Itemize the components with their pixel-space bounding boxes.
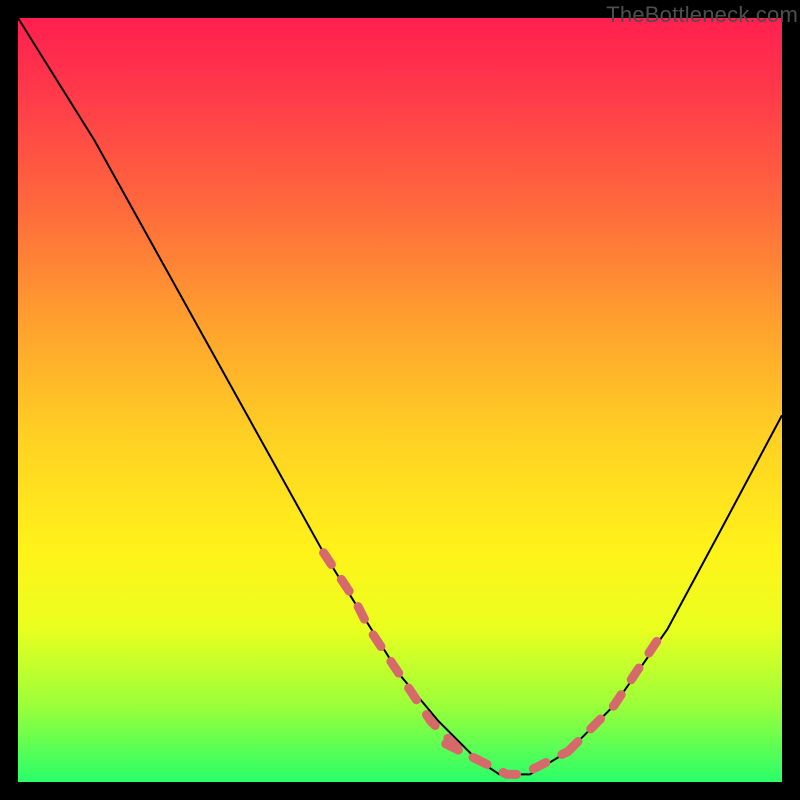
watermark-text: TheBottleneck.com: [606, 2, 798, 28]
dash-layer: [324, 553, 660, 775]
chart-frame: TheBottleneck.com: [0, 0, 800, 800]
highlight-dashes-bottom: [446, 744, 568, 775]
highlight-dashes-right: [568, 637, 660, 752]
main-curve: [18, 18, 782, 774]
curve-layer: [18, 18, 782, 774]
plot-area: [18, 18, 782, 782]
chart-svg: [18, 18, 782, 782]
highlight-dashes-left: [324, 553, 477, 759]
